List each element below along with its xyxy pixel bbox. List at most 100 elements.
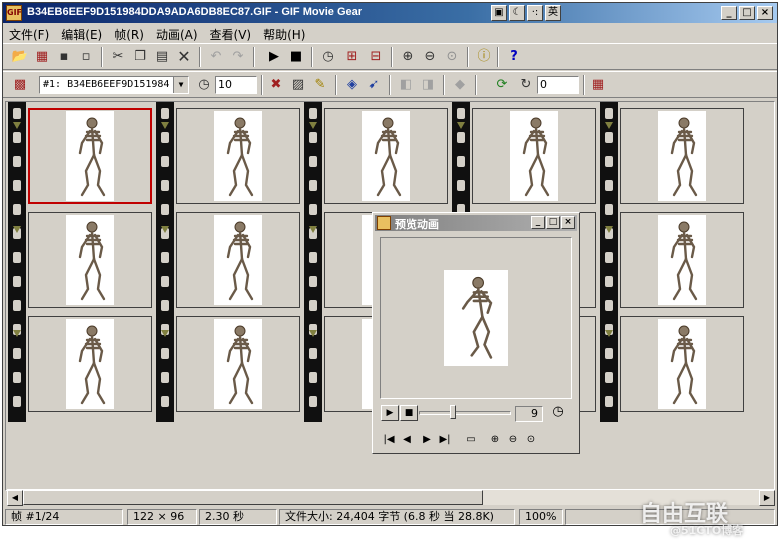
app-icon[interactable]: GIF (6, 5, 22, 21)
frame-thumbnail (658, 319, 706, 409)
status-zoom: 100% (519, 509, 563, 525)
frame-thumbnail (214, 319, 262, 409)
menu-help[interactable]: 帮助(H) (257, 24, 311, 42)
palette-icon[interactable]: ▣ (491, 5, 507, 21)
frame-image-icon[interactable]: ▨ (289, 76, 307, 94)
preview-window-controls: _ □ × (531, 216, 575, 229)
moon-icon[interactable]: ☾ (509, 5, 525, 21)
frame-cell[interactable] (620, 212, 744, 308)
frame-strip (8, 102, 154, 422)
frame-cell[interactable] (176, 108, 300, 204)
redo-icon[interactable]: ↷ (229, 48, 247, 66)
title-bar[interactable]: GIF B34EB6EEF9D151984DDA9ADA6DB8EC87.GIF… (3, 3, 777, 23)
optimize-icon[interactable]: ◈ (343, 76, 361, 94)
delay-input[interactable]: 10 (215, 76, 257, 94)
new-icon[interactable]: ▫ (77, 48, 95, 66)
zoom-fit-icon[interactable]: ⊙ (443, 48, 461, 66)
menu-bar: 文件(F) 编辑(E) 帧(R) 动画(A) 查看(V) 帮助(H) (3, 24, 777, 42)
chevron-down-icon[interactable]: ▼ (173, 77, 188, 93)
preview-play-icon[interactable]: ▶ (381, 405, 399, 421)
rotate-icon[interactable]: ⟳ (493, 76, 511, 94)
frame-cell[interactable] (28, 212, 152, 308)
status-size: 122 × 96 (127, 509, 197, 525)
frame-cell[interactable] (176, 212, 300, 308)
save-icon[interactable]: ▪ (55, 48, 73, 66)
preview-speed-icon[interactable]: ◷ (549, 405, 567, 421)
preview-zoom-in-icon[interactable]: ⊕ (487, 433, 503, 447)
frame-cell[interactable] (620, 108, 744, 204)
play-icon[interactable]: ▶ (265, 48, 283, 66)
delete-icon[interactable]: ✕ (175, 48, 193, 66)
status-frame: 帧 #1/24 (5, 509, 123, 525)
loop-input[interactable]: 0 (537, 76, 579, 94)
film-icon[interactable]: ▦ (33, 48, 51, 66)
frame-cell[interactable] (28, 316, 152, 412)
scroll-left-button[interactable]: ◀ (7, 490, 23, 506)
properties-icon[interactable]: ▩ (11, 76, 29, 94)
frame-cell[interactable] (620, 316, 744, 412)
palette-edit-icon[interactable]: ➹ (365, 76, 383, 94)
loop-icon: ↻ (520, 77, 532, 92)
pinyin-icon[interactable]: 英 (545, 5, 561, 21)
preview-window: 预览动画 _ □ × ▶ ■ 9 ◷ |◀ ◀ ▶ ▶| ▭ ⊕ ⊖ ⊙ (372, 212, 580, 454)
info-icon[interactable]: ⓘ (475, 48, 493, 66)
disabled-icon-a[interactable]: ◧ (397, 76, 415, 94)
preview-title-bar[interactable]: 预览动画 _ □ × (375, 215, 577, 231)
frame-cell[interactable] (324, 108, 448, 204)
frame-edit-icon[interactable]: ✎ (311, 76, 329, 94)
toolbar-separator (467, 47, 469, 67)
menu-edit[interactable]: 编辑(E) (55, 24, 108, 42)
last-frame-icon[interactable]: ▶| (437, 433, 453, 447)
frame-thumbnail (66, 319, 114, 409)
preview-zoom-fit-icon[interactable]: ⊙ (523, 433, 539, 447)
frame-delete-icon[interactable]: ✖ (267, 76, 285, 94)
close-button[interactable]: × (757, 6, 773, 20)
frame-thumbnail (214, 111, 262, 201)
first-frame-icon[interactable]: |◀ (381, 433, 397, 447)
cut-icon[interactable]: ✂ (109, 48, 127, 66)
dots-icon[interactable]: ·: (527, 5, 543, 21)
disabled-icon-b[interactable]: ◨ (419, 76, 437, 94)
preview-slider[interactable] (419, 405, 511, 419)
undo-icon[interactable]: ↶ (207, 48, 225, 66)
toolbar-separator (199, 47, 201, 67)
zoom-in-icon[interactable]: ⊕ (399, 48, 417, 66)
disabled-icon-c[interactable]: ◆ (451, 76, 469, 94)
frame-cell[interactable] (472, 108, 596, 204)
frame-cell[interactable] (28, 108, 152, 204)
stop-icon[interactable]: ■ (287, 48, 305, 66)
frame-select[interactable]: #1: B34EB6EEF9D151984 ▼ (39, 76, 189, 94)
toolbar-separator (391, 47, 393, 67)
menu-animation[interactable]: 动画(A) (150, 24, 204, 42)
paste-icon[interactable]: ▤ (153, 48, 171, 66)
preview-frame-image (444, 270, 508, 366)
preview-close-button[interactable]: × (561, 216, 575, 229)
export-icon[interactable]: ▦ (589, 76, 607, 94)
scroll-thumb[interactable] (23, 490, 483, 505)
frame-thumbnail (658, 215, 706, 305)
preview-app-icon[interactable] (377, 216, 391, 230)
menu-file[interactable]: 文件(F) (3, 24, 55, 42)
frame-cell[interactable] (176, 316, 300, 412)
timer-icon[interactable]: ◷ (319, 48, 337, 66)
preview-stop-icon[interactable]: ■ (400, 405, 418, 421)
preview-zoom-out-icon[interactable]: ⊖ (505, 433, 521, 447)
preview-minimize-button[interactable]: _ (531, 216, 545, 229)
preview-slider-thumb[interactable] (450, 405, 456, 419)
film-split-icon[interactable]: ⊟ (367, 48, 385, 66)
open-icon[interactable]: 📂 (11, 48, 29, 66)
monitor-icon[interactable]: ▭ (463, 433, 479, 447)
menu-frame[interactable]: 帧(R) (108, 24, 150, 42)
film-add-icon[interactable]: ⊞ (343, 48, 361, 66)
copy-icon[interactable]: ❐ (131, 48, 149, 66)
prev-frame-icon[interactable]: ◀ (399, 433, 415, 447)
maximize-button[interactable]: □ (739, 6, 755, 20)
preview-maximize-button[interactable]: □ (546, 216, 560, 229)
zoom-out-icon[interactable]: ⊖ (421, 48, 439, 66)
frame-select-value: #1: B34EB6EEF9D151984 (43, 79, 170, 90)
next-frame-icon[interactable]: ▶ (419, 433, 435, 447)
minimize-button[interactable]: _ (721, 6, 737, 20)
menu-view[interactable]: 查看(V) (204, 24, 258, 42)
help-icon[interactable]: ? (505, 48, 523, 66)
preview-title: 预览动画 (395, 218, 439, 231)
